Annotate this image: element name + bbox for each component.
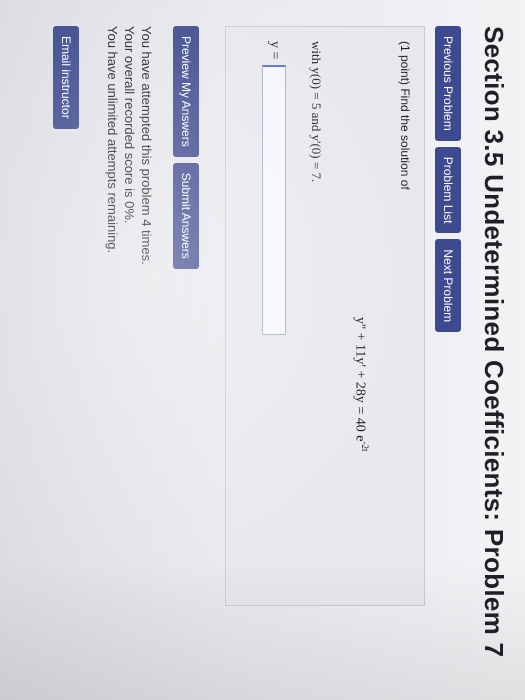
answer-row: y = xyxy=(262,41,286,336)
answer-label: y = xyxy=(267,41,282,60)
score-text: Your overall recorded score is 0%. xyxy=(122,26,137,224)
email-instructor-button[interactable]: Email instructor xyxy=(53,26,79,129)
answer-actions: Preview My Answers Submit Answers xyxy=(173,26,199,269)
problem-panel: (1 point) Find the solution of y'' + 11y… xyxy=(225,26,425,606)
page-title: Section 3.5 Undetermined Coefficients: P… xyxy=(479,26,509,658)
attempt-status: You have attempted this problem 4 times.… xyxy=(104,26,155,265)
problem-prompt: (1 point) Find the solution of xyxy=(398,41,412,190)
remaining-text: You have unlimited attempts remaining. xyxy=(105,26,120,254)
previous-problem-button[interactable]: Previous Problem xyxy=(435,26,461,141)
equation-exponent: -2t xyxy=(360,441,370,452)
screen: Section 3.5 Undetermined Coefficients: P… xyxy=(0,0,525,700)
problem-list-button[interactable]: Problem List xyxy=(435,146,461,234)
submit-answers-button[interactable]: Submit Answers xyxy=(173,162,199,269)
differential-equation: y'' + 11y' + 28y = 40 e-2t xyxy=(351,317,370,451)
attempts-text: You have attempted this problem 4 times. xyxy=(139,26,154,265)
next-problem-button[interactable]: Next Problem xyxy=(435,239,461,333)
equation-main: y'' + 11y' + 28y = 40 e xyxy=(352,317,368,442)
preview-answers-button[interactable]: Preview My Answers xyxy=(173,26,199,157)
initial-conditions: with y(0) = 5 and y'(0) = 7. xyxy=(309,41,324,183)
problem-navigation: Previous Problem Problem List Next Probl… xyxy=(435,26,461,333)
answer-input[interactable] xyxy=(262,65,286,336)
